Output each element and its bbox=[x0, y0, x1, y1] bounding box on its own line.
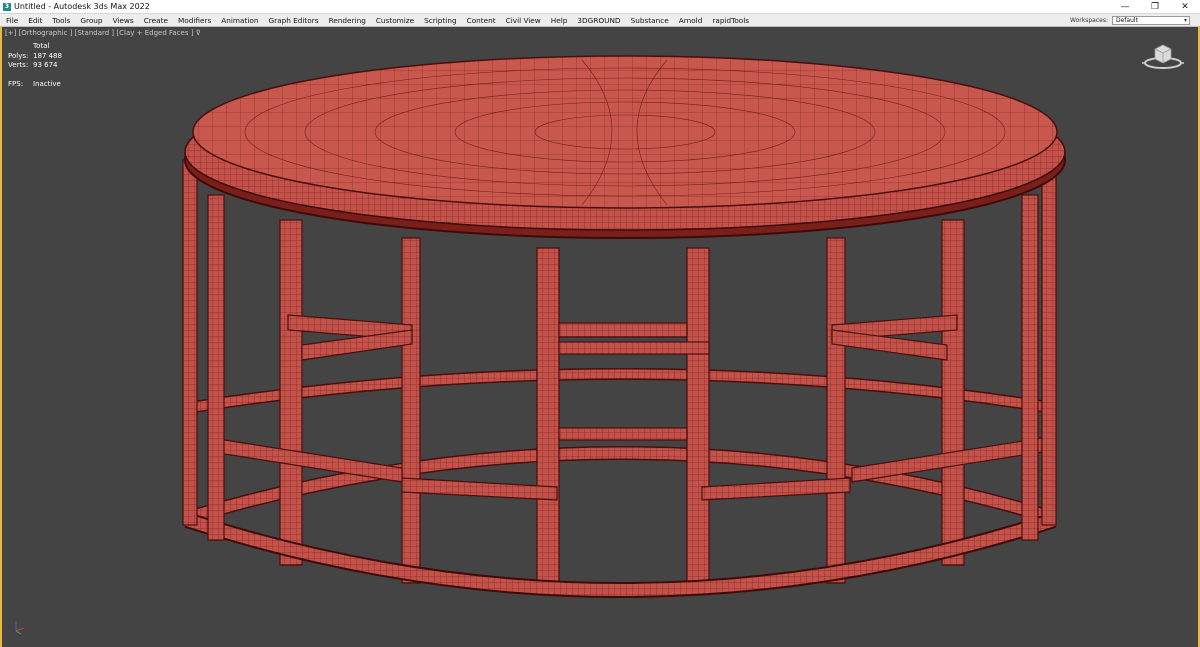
workspaces-label: Workspaces: bbox=[1070, 16, 1108, 24]
menu-animation[interactable]: Animation bbox=[216, 16, 263, 25]
back-posts bbox=[279, 219, 965, 594]
menu-arnold[interactable]: Arnold bbox=[674, 16, 708, 25]
menu-file[interactable]: File bbox=[0, 16, 23, 25]
menu-civil-view[interactable]: Civil View bbox=[501, 16, 546, 25]
restore-button[interactable]: ❐ bbox=[1140, 0, 1170, 13]
viewport-shading-menu[interactable]: [Clay + Edged Faces ] bbox=[116, 29, 193, 37]
verts-value: 93 674 bbox=[33, 61, 58, 69]
menu-content[interactable]: Content bbox=[462, 16, 501, 25]
menu-substance[interactable]: Substance bbox=[626, 16, 674, 25]
menu-customize[interactable]: Customize bbox=[371, 16, 419, 25]
viewport-label-menu: [+] [Orthographic ] [Standard ] [Clay + … bbox=[5, 29, 201, 37]
filter-icon[interactable]: ⊽ bbox=[196, 29, 201, 37]
app-icon: 3 bbox=[3, 2, 11, 11]
window-title: Untitled - Autodesk 3ds Max 2022 bbox=[14, 2, 150, 11]
workspace-value: Default bbox=[1116, 16, 1138, 24]
viewport-standard-menu[interactable]: [Standard ] bbox=[75, 29, 115, 37]
viewcube-icon[interactable] bbox=[1142, 41, 1184, 71]
minimize-button[interactable]: — bbox=[1110, 0, 1140, 13]
menu-modifiers[interactable]: Modifiers bbox=[173, 16, 216, 25]
title-bar: 3 Untitled - Autodesk 3ds Max 2022 — ❐ ✕ bbox=[0, 0, 1200, 14]
verts-label: Verts: bbox=[8, 61, 29, 69]
axis-tripod-icon bbox=[15, 621, 25, 635]
window-controls: — ❐ ✕ bbox=[1110, 0, 1200, 13]
stats-header: Total bbox=[33, 42, 50, 50]
chevron-down-icon: ▾ bbox=[1183, 16, 1187, 24]
viewport-statistics: Total Polys: 187 488 Verts: 93 674 FPS: Ina… bbox=[8, 42, 62, 89]
menu-views[interactable]: Views bbox=[108, 16, 139, 25]
perspective-viewport[interactable]: [+] [Orthographic ] [Standard ] [Clay + … bbox=[0, 27, 1200, 647]
close-button[interactable]: ✕ bbox=[1170, 0, 1200, 13]
menu-create[interactable]: Create bbox=[139, 16, 173, 25]
tabletop-surface bbox=[192, 55, 1058, 209]
menu-scripting[interactable]: Scripting bbox=[419, 16, 461, 25]
coffee-table-model bbox=[182, 55, 1066, 598]
viewport-general-menu[interactable]: [+] bbox=[5, 29, 16, 37]
menu-tools[interactable]: Tools bbox=[47, 16, 75, 25]
menu-rendering[interactable]: Rendering bbox=[324, 16, 371, 25]
menu-edit[interactable]: Edit bbox=[23, 16, 47, 25]
polys-value: 187 488 bbox=[33, 51, 62, 60]
menu-bar: File Edit Tools Group Views Create Modif… bbox=[0, 14, 1200, 27]
menu-graph-editors[interactable]: Graph Editors bbox=[263, 16, 323, 25]
menu-help[interactable]: Help bbox=[546, 16, 573, 25]
fps-value: Inactive bbox=[33, 79, 61, 88]
menu-group[interactable]: Group bbox=[75, 16, 107, 25]
fps-label: FPS: bbox=[8, 79, 24, 88]
menu-rapidtools[interactable]: rapidTools bbox=[707, 16, 754, 25]
polys-label: Polys: bbox=[8, 51, 29, 60]
workspace-dropdown[interactable]: Default ▾ bbox=[1112, 15, 1190, 25]
viewport-point-of-view-menu[interactable]: [Orthographic ] bbox=[19, 29, 73, 37]
menu-3dground[interactable]: 3DGROUND bbox=[572, 16, 625, 25]
